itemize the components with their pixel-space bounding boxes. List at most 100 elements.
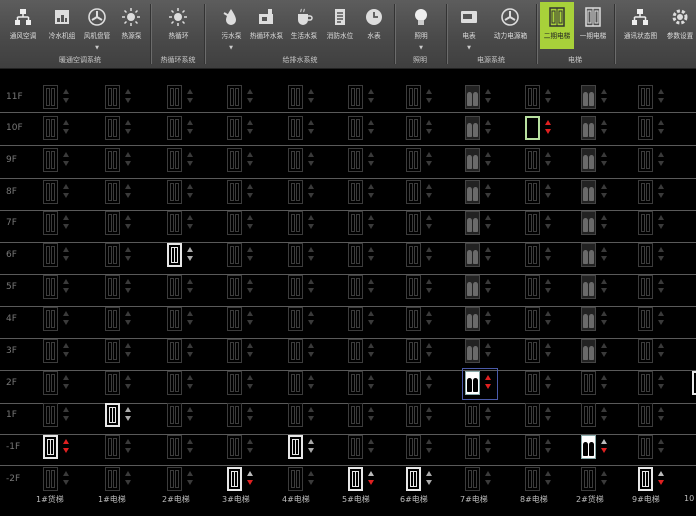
elevator-car[interactable] [465, 307, 480, 331]
elevator-car[interactable] [227, 467, 242, 491]
elevator-car[interactable] [406, 243, 421, 267]
elevator-car[interactable] [638, 435, 653, 459]
elevator-car[interactable] [105, 180, 120, 204]
elevator-car[interactable] [348, 85, 363, 109]
elevator-car[interactable] [525, 148, 540, 172]
elevator-car[interactable] [167, 180, 182, 204]
elevator-car[interactable] [581, 180, 596, 204]
elevator-car[interactable] [43, 148, 58, 172]
elevator-car[interactable] [638, 116, 653, 140]
elevator-car[interactable] [348, 148, 363, 172]
water-meter-button[interactable]: 水表 [358, 2, 390, 49]
elevator-car[interactable] [348, 180, 363, 204]
elevator-car[interactable] [105, 275, 120, 299]
elevator-car[interactable] [105, 307, 120, 331]
heat-cycle-button[interactable]: 热循环 [158, 2, 198, 49]
elevator-car[interactable] [525, 85, 540, 109]
elevator-car[interactable] [288, 243, 303, 267]
elevator-car[interactable] [525, 211, 540, 235]
elevator-car[interactable] [465, 275, 480, 299]
elevator-car[interactable] [288, 116, 303, 140]
comm-status-button[interactable]: 通讯状态图 [618, 2, 662, 49]
elevator-car[interactable] [638, 403, 653, 427]
elevator-car[interactable] [348, 339, 363, 363]
elevator-car[interactable] [105, 85, 120, 109]
elevator-car[interactable] [105, 243, 120, 267]
heat-pump-button[interactable]: 热源泵 [114, 2, 148, 49]
elevator-car[interactable] [406, 211, 421, 235]
elevator-car[interactable] [525, 435, 540, 459]
elevator-car[interactable] [167, 148, 182, 172]
elevator-car[interactable] [43, 435, 58, 459]
elevator-car[interactable] [227, 148, 242, 172]
elevator-car[interactable] [465, 180, 480, 204]
elevator-car[interactable] [227, 85, 242, 109]
elevator-car[interactable] [43, 180, 58, 204]
heat-cycle-pump-button[interactable]: 热循环水泵 [246, 2, 286, 49]
fire-water-level-button[interactable]: 消防水位 [322, 2, 358, 49]
elevator-car[interactable] [348, 116, 363, 140]
elevator-car[interactable] [525, 307, 540, 331]
elevator-car[interactable] [581, 467, 596, 491]
elevator-car[interactable] [227, 243, 242, 267]
elevator-car[interactable] [581, 371, 596, 395]
elevator-car[interactable] [167, 85, 182, 109]
elevator-car[interactable] [581, 243, 596, 267]
elevator-car[interactable] [43, 211, 58, 235]
elevator-car[interactable] [348, 467, 363, 491]
elevator-car[interactable] [227, 307, 242, 331]
elevator-car[interactable] [288, 211, 303, 235]
elevator-car[interactable] [167, 275, 182, 299]
elevator-car[interactable] [167, 243, 182, 267]
elevator-car[interactable] [525, 467, 540, 491]
elevator-car[interactable] [167, 339, 182, 363]
elevator-car[interactable] [525, 243, 540, 267]
elevator-car[interactable] [167, 116, 182, 140]
elevator-car[interactable] [43, 116, 58, 140]
elevator-car[interactable] [288, 307, 303, 331]
elevator-car[interactable] [167, 403, 182, 427]
wastewater-pump-button[interactable]: 污水泵 ▼ [212, 2, 250, 51]
elevator-car[interactable] [105, 148, 120, 172]
elevator-car[interactable] [406, 180, 421, 204]
elevator-car[interactable] [525, 275, 540, 299]
elevator-car[interactable] [638, 307, 653, 331]
elevator-car[interactable] [167, 307, 182, 331]
chiller-button[interactable]: 冷水机组 [42, 2, 82, 49]
elevator-car[interactable] [465, 243, 480, 267]
phase2-elevator-button[interactable]: 二期电梯 [540, 2, 574, 49]
elevator-car[interactable] [465, 435, 480, 459]
elevator-car[interactable] [348, 371, 363, 395]
fan-coil-button[interactable]: 风机盘管 ▼ [80, 2, 114, 51]
elevator-car[interactable] [525, 116, 540, 140]
elevator-car[interactable] [638, 275, 653, 299]
elevator-car[interactable] [525, 180, 540, 204]
elevator-car[interactable] [465, 148, 480, 172]
elevator-car[interactable] [465, 339, 480, 363]
domestic-pump-button[interactable]: 生活水泵 [286, 2, 322, 49]
elevator-car[interactable] [167, 371, 182, 395]
elevator-car[interactable] [227, 371, 242, 395]
elevator-car[interactable] [43, 467, 58, 491]
elevator-car[interactable] [406, 85, 421, 109]
elevator-car[interactable] [288, 148, 303, 172]
elevator-car[interactable] [638, 243, 653, 267]
elevator-car[interactable] [406, 116, 421, 140]
elevator-car[interactable] [105, 339, 120, 363]
elevator-car[interactable] [406, 467, 421, 491]
elevator-car[interactable] [465, 211, 480, 235]
settings-button[interactable]: 参数设置 [664, 2, 696, 49]
elevator-car[interactable] [348, 243, 363, 267]
elevator-car[interactable] [43, 275, 58, 299]
elevator-car[interactable] [227, 211, 242, 235]
elevator-car[interactable] [288, 180, 303, 204]
elevator-car[interactable] [581, 211, 596, 235]
elevator-car[interactable] [406, 339, 421, 363]
elevator-car[interactable] [167, 435, 182, 459]
elevator-car[interactable] [581, 85, 596, 109]
elevator-car[interactable] [105, 403, 120, 427]
elevator-car[interactable] [288, 435, 303, 459]
elevator-car[interactable] [581, 403, 596, 427]
elevator-car[interactable] [465, 116, 480, 140]
elevator-car[interactable] [406, 307, 421, 331]
